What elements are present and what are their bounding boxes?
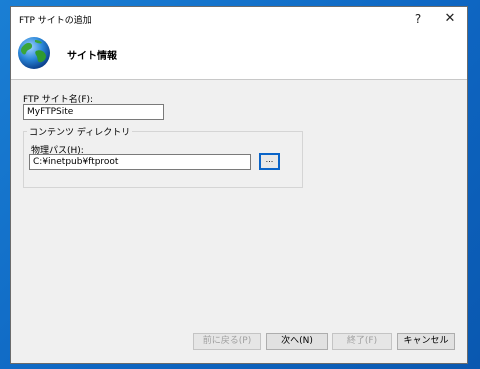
add-ftp-site-dialog: FTP サイトの追加 ? ✕ サイト情報 FTP サイト名(F): MyFTPS… <box>10 6 468 364</box>
next-button[interactable]: 次へ(N) <box>266 333 328 350</box>
physical-path-input[interactable]: C:¥inetpub¥ftproot <box>29 154 251 170</box>
help-button[interactable]: ? <box>403 7 433 31</box>
window-title: FTP サイトの追加 <box>19 16 92 26</box>
page-title: サイト情報 <box>67 51 117 62</box>
close-button[interactable]: ✕ <box>435 7 465 31</box>
site-name-input[interactable]: MyFTPSite <box>23 104 164 120</box>
title-bar[interactable]: FTP サイトの追加 ? ✕ <box>11 7 467 31</box>
cancel-button[interactable]: キャンセル <box>397 333 455 350</box>
finish-button[interactable]: 終了(F) <box>332 333 392 350</box>
globe-icon <box>18 37 50 69</box>
back-button[interactable]: 前に戻る(P) <box>193 333 261 350</box>
browse-button[interactable]: ... <box>259 153 280 170</box>
wizard-header: サイト情報 <box>11 31 467 80</box>
content-directory-title: コンテンツ ディレクトリ <box>27 125 133 138</box>
